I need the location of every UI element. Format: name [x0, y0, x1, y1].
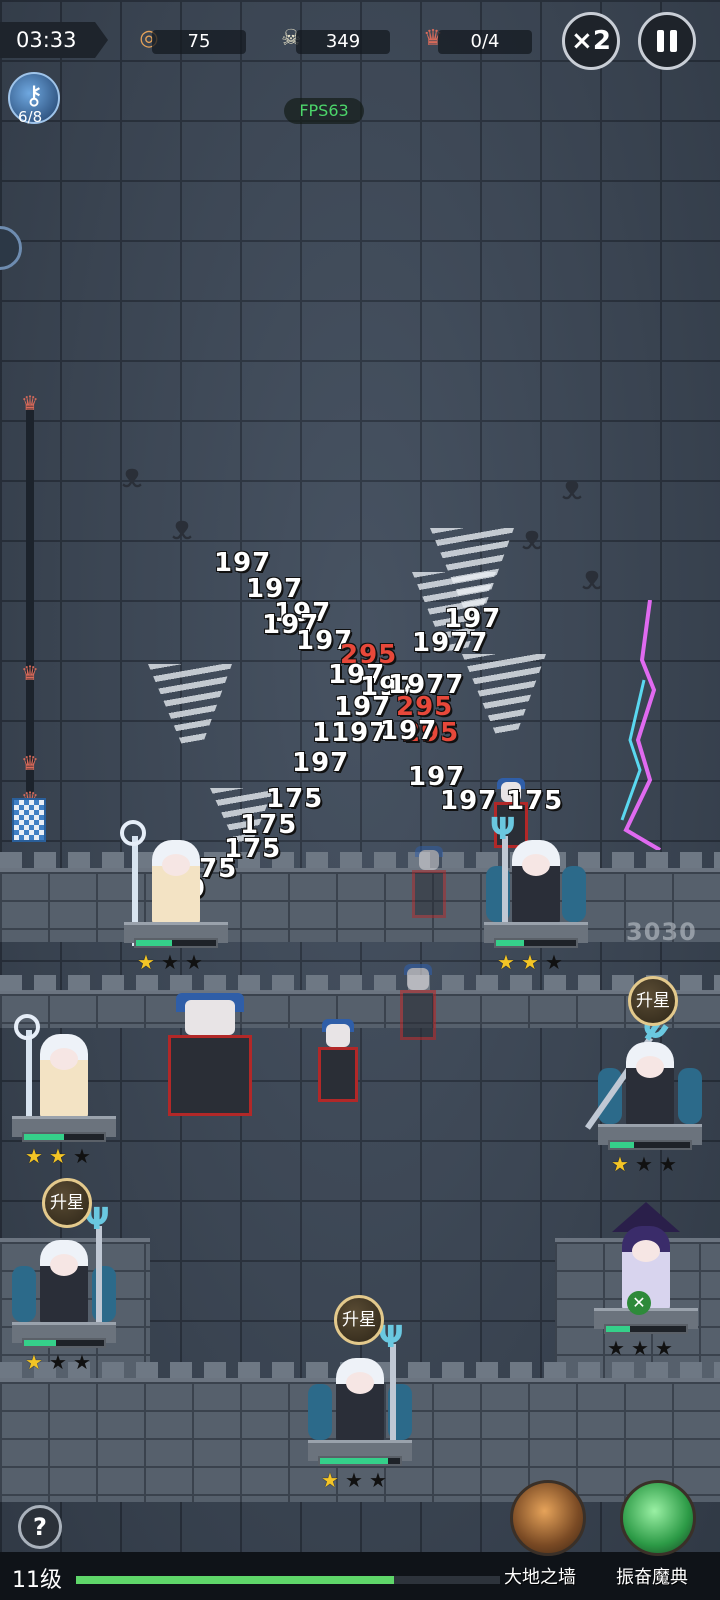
- earth-wall-skill-button[interactable]: [510, 1480, 586, 1556]
- pause-button[interactable]: [638, 12, 696, 70]
- upgrade-star-button[interactable]: 升星: [42, 1178, 92, 1228]
- boss-wave-marker-icon: ♛: [21, 751, 39, 775]
- wave-progress-flag-icon: [12, 798, 46, 842]
- upper-wall: [0, 868, 720, 942]
- star-filled-icon: ★: [49, 1144, 67, 1168]
- boss-wave-marker-icon: ♛: [21, 661, 39, 685]
- lightning-effect: [620, 600, 662, 850]
- wave-progress-track: [26, 404, 34, 794]
- hero-stars: ★ ★ ★: [610, 1154, 678, 1174]
- hero-stars: ★ ★ ★: [606, 1338, 674, 1358]
- damage-number: 197: [380, 716, 438, 746]
- vampire-enemy: [412, 845, 446, 918]
- kill-counter: 349: [296, 30, 390, 54]
- star-empty-icon: ★: [369, 1468, 387, 1492]
- vampire-enemy: [318, 1019, 358, 1102]
- hero-hp-bar: [494, 938, 578, 948]
- pause-icon: [657, 30, 677, 52]
- bat-enemy: ᴥ: [581, 558, 603, 598]
- hero-stars: ★ ★ ★: [136, 952, 204, 972]
- hero-dark-low-left[interactable]: ★★★: [4, 1202, 124, 1372]
- hero-witch-low-right[interactable]: ★ ★ ★: [586, 1202, 706, 1358]
- star-empty-icon: ★: [659, 1152, 677, 1176]
- hero-dark-top-right[interactable]: ★★★: [476, 812, 596, 972]
- inspire-tome-skill-button[interactable]: [620, 1480, 696, 1556]
- xp-fill: [76, 1576, 394, 1584]
- fps-counter: FPS63: [284, 98, 364, 124]
- star-empty-icon: ★: [185, 950, 203, 974]
- coin-counter: 75: [152, 30, 246, 54]
- star-empty-icon: ★: [49, 1350, 67, 1374]
- player-level: 11级: [12, 1568, 62, 1593]
- bat-enemy: ᴥ: [561, 468, 583, 508]
- star-empty-icon: ★: [631, 1336, 649, 1360]
- xp-bar: [76, 1576, 500, 1584]
- vampire-boss-enemy: [168, 993, 252, 1116]
- boss-counter: 0/4: [438, 30, 532, 54]
- upper-battlement: [0, 852, 720, 868]
- star-empty-icon: ★: [635, 1152, 653, 1176]
- star-filled-icon: ★: [497, 950, 515, 974]
- game-timer: 03:33: [0, 22, 108, 58]
- star-empty-icon: ★: [545, 950, 563, 974]
- damage-number: 1197: [312, 718, 389, 748]
- star-filled-icon: ★: [25, 1350, 43, 1374]
- star-filled-icon: ★: [25, 1144, 43, 1168]
- vampire-enemy: [400, 963, 436, 1040]
- star-empty-icon: ★: [655, 1336, 673, 1360]
- hero-mage-top-left[interactable]: ★ ★ ★: [116, 820, 236, 972]
- star-filled-icon: ★: [521, 950, 539, 974]
- speed-toggle-button[interactable]: ×2: [562, 12, 620, 70]
- bat-enemy: ᴥ: [121, 456, 143, 496]
- upgrade-star-button[interactable]: 升星: [628, 976, 678, 1026]
- damage-number: 197: [292, 748, 350, 778]
- skill-charge-count: 6/8: [18, 108, 43, 126]
- hero-hp-bar: [22, 1132, 106, 1142]
- trident-icon: [378, 1320, 404, 1454]
- star-empty-icon: ★: [161, 950, 179, 974]
- hero-hp-bar: [134, 938, 218, 948]
- trident-icon: [84, 1202, 110, 1336]
- speed-label: ×2: [571, 26, 611, 56]
- hero-hp-bar: [608, 1140, 692, 1150]
- hero-hp-bar: [604, 1324, 688, 1334]
- cancel-icon[interactable]: ✕: [627, 1291, 651, 1315]
- earth-wall-skill-label: 大地之墙: [504, 1567, 576, 1588]
- star-filled-icon: ★: [611, 1152, 629, 1176]
- bat-enemy: ᴥ: [171, 508, 193, 548]
- hero-dark-bottom-center[interactable]: ★★★: [300, 1320, 420, 1490]
- star-empty-icon: ★: [73, 1350, 91, 1374]
- hero-stars: ★ ★ ★: [320, 1470, 388, 1490]
- hero-hp-bar: [318, 1456, 402, 1466]
- star-filled-icon: ★: [137, 950, 155, 974]
- hero-stars: ★ ★ ★: [24, 1146, 92, 1166]
- damage-number: 197: [440, 786, 498, 816]
- star-filled-icon: ★: [321, 1468, 339, 1492]
- hero-stars: ★ ★ ★: [24, 1352, 92, 1372]
- help-button[interactable]: ?: [18, 1505, 62, 1549]
- star-empty-icon: ★: [607, 1336, 625, 1360]
- middle-battlement: [0, 975, 720, 991]
- hero-hp-bar: [22, 1338, 106, 1348]
- upgrade-star-button[interactable]: 升星: [334, 1295, 384, 1345]
- fading-damage-number: 3030: [626, 918, 697, 946]
- star-empty-icon: ★: [73, 1144, 91, 1168]
- hero-mage-mid-left[interactable]: ★ ★ ★: [4, 1014, 124, 1166]
- hero-stars: ★ ★ ★: [496, 952, 564, 972]
- damage-number: 197: [444, 604, 502, 634]
- hero-dark-mid-right[interactable]: ★★★: [584, 1028, 710, 1174]
- star-empty-icon: ★: [345, 1468, 363, 1492]
- boss-wave-marker-icon: ♛: [21, 391, 39, 415]
- inspire-tome-skill-label: 振奋魔典: [616, 1567, 688, 1588]
